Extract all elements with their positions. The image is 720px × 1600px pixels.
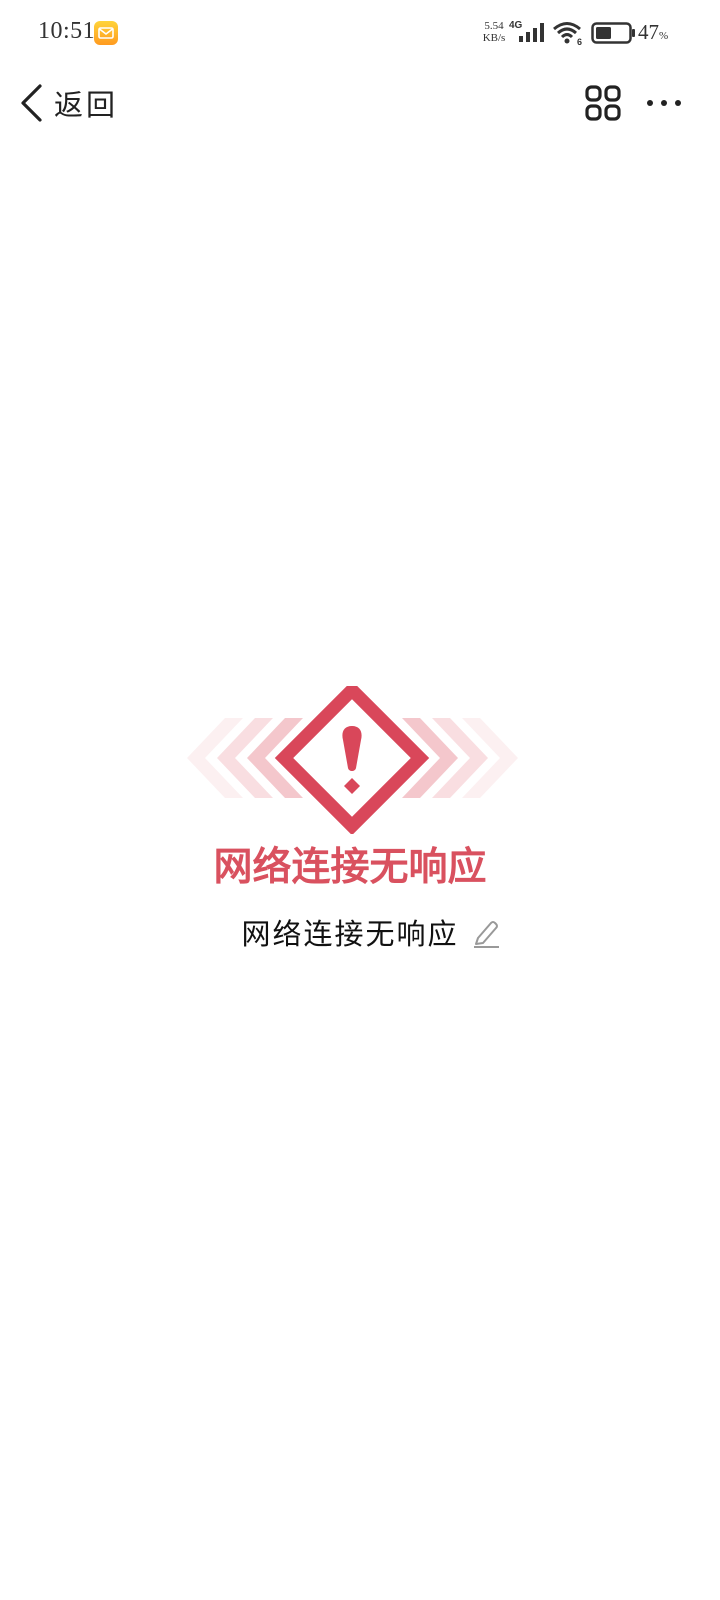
network-speed-value: 5.54 xyxy=(484,20,504,32)
wifi-icon: 6 xyxy=(553,22,582,46)
battery-percent-sign: % xyxy=(659,30,669,42)
signal-icon xyxy=(519,23,544,42)
mail-icon xyxy=(94,21,118,45)
pencil-icon[interactable] xyxy=(471,916,501,948)
battery-icon xyxy=(591,22,635,44)
error-banner-text: 网络连接无响应 xyxy=(213,845,487,890)
error-title-row: 网络连接无响应 xyxy=(0,908,720,956)
network-speed: 5.54 KB/s xyxy=(478,20,510,44)
back-label: 返回 xyxy=(54,88,119,122)
wifi-badge: 6 xyxy=(577,37,582,46)
more-dots-icon[interactable] xyxy=(644,88,684,118)
four-squares-icon[interactable] xyxy=(584,84,622,122)
network-speed-unit: KB/s xyxy=(482,32,506,44)
status-time: 10:51 xyxy=(38,18,96,44)
nav-bar: 返回 xyxy=(0,66,720,140)
battery-percent-value: 47 xyxy=(638,20,659,44)
chevron-left-icon xyxy=(21,84,42,122)
screen: 10:51 5.54 KB/s 4G 6 47% 返回 网络连接无响应 网络连接… xyxy=(0,0,720,1600)
error-title: 网络连接无响应 xyxy=(241,917,459,951)
status-bar: 10:51 5.54 KB/s 4G 6 47% xyxy=(0,0,720,66)
back-button[interactable]: 返回 xyxy=(18,80,118,126)
battery-percent: 47% xyxy=(638,20,668,45)
battery-fill xyxy=(596,27,611,39)
error-illustration xyxy=(187,686,518,834)
